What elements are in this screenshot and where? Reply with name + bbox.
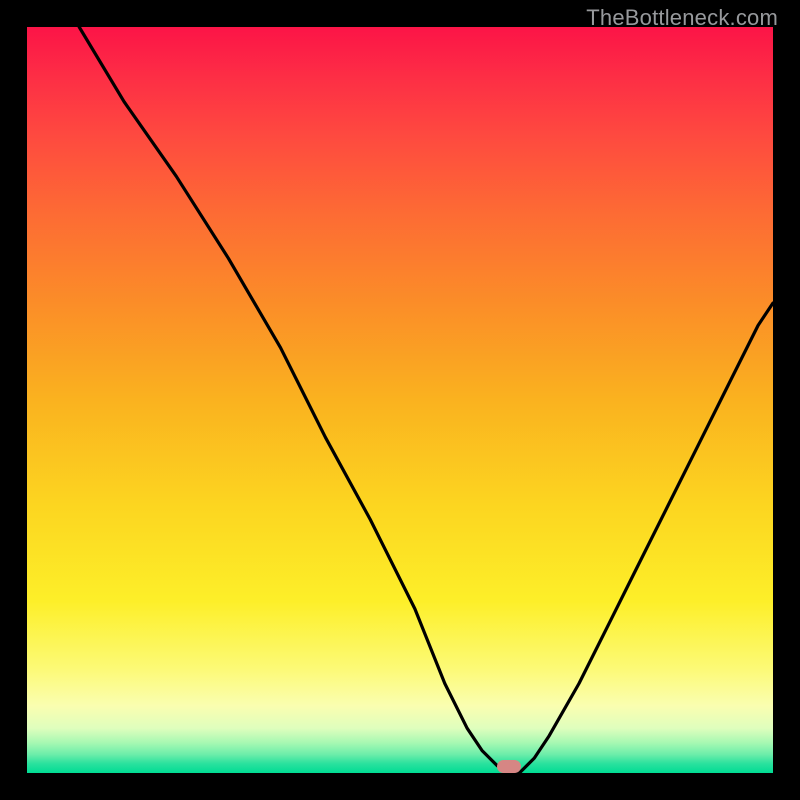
chart-frame: TheBottleneck.com: [0, 0, 800, 800]
optimum-marker: [497, 760, 521, 773]
plot-area: [27, 27, 773, 773]
bottleneck-curve: [27, 27, 773, 773]
watermark-text: TheBottleneck.com: [586, 5, 778, 31]
